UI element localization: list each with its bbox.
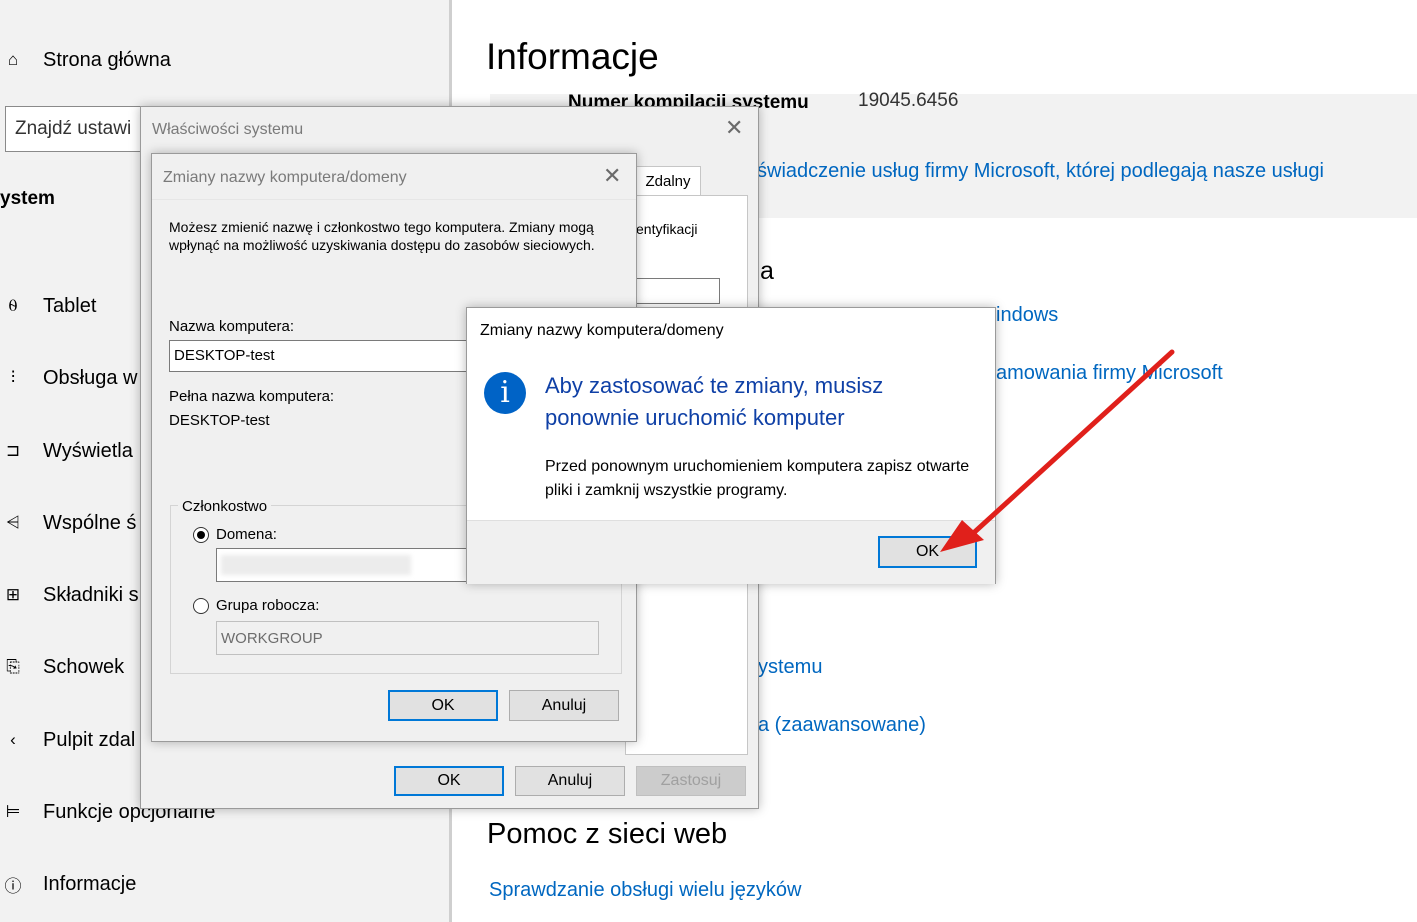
annotation-arrow-icon [940,349,1175,552]
